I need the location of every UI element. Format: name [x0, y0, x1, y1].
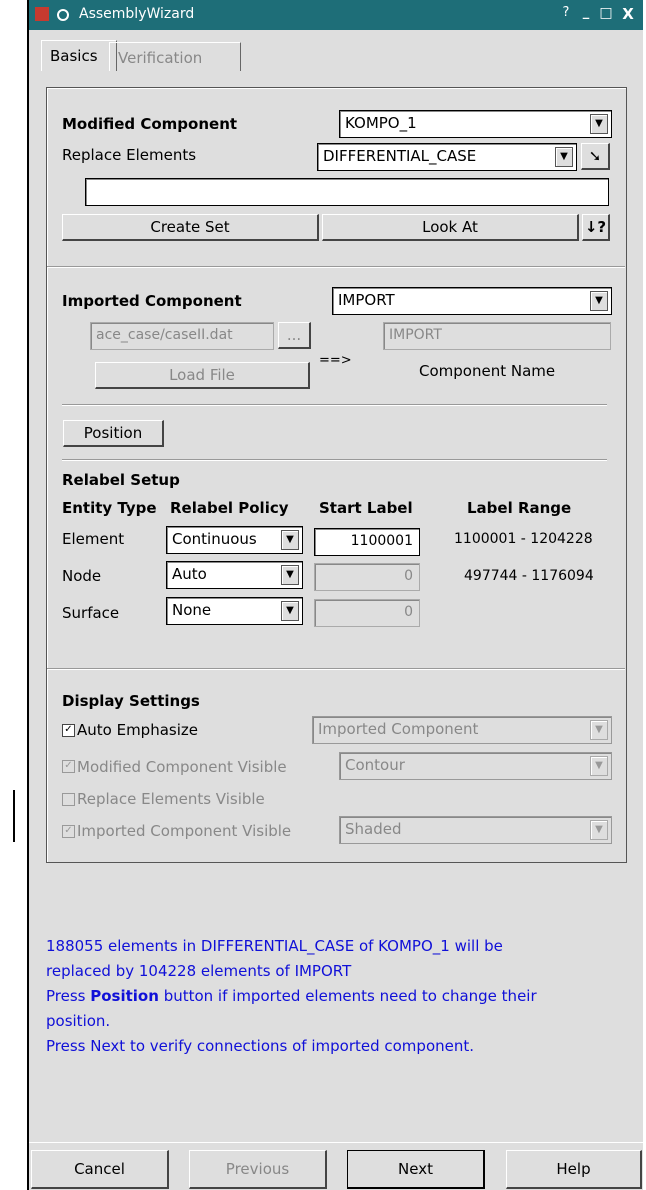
section-divider — [62, 459, 607, 461]
start-label-node-input[interactable]: 0 — [314, 563, 420, 591]
help-icon[interactable]: ? — [557, 5, 575, 23]
chevron-down-icon[interactable]: ▼ — [281, 601, 299, 621]
title-bar[interactable]: AssemblyWizard ? _ □ X — [29, 0, 643, 30]
look-at-button[interactable]: Look At — [322, 214, 579, 241]
status-message-line-5: Press Next to verify connections of impo… — [46, 1037, 475, 1055]
entity-surface-label: Surface — [62, 604, 120, 622]
section-divider — [47, 266, 625, 268]
chevron-down-icon[interactable]: ▼ — [555, 147, 573, 167]
label-range-element: 1100001 - 1204228 — [454, 531, 593, 547]
modified-visible-checkbox[interactable]: ✓ — [62, 760, 75, 773]
auto-emphasize-label: Auto Emphasize — [77, 721, 198, 739]
chevron-down-icon[interactable]: ▼ — [281, 530, 299, 550]
entity-element-label: Element — [62, 530, 125, 548]
chevron-down-icon[interactable]: ▼ — [281, 565, 299, 585]
imported-visible-label: Imported Component Visible — [77, 822, 292, 840]
cancel-button[interactable]: Cancel — [31, 1150, 169, 1189]
edge-artifact — [13, 790, 15, 842]
chevron-down-icon[interactable]: ▼ — [590, 756, 608, 776]
tab-verification[interactable]: Verification — [109, 42, 241, 71]
section-divider — [62, 404, 607, 406]
label-range-node: 497744 - 1176094 — [464, 568, 594, 584]
imported-component-value: IMPORT — [338, 291, 395, 309]
status-message-line-3: Press Position button if imported elemen… — [46, 987, 537, 1005]
replace-elements-label: Replace Elements — [62, 146, 197, 164]
component-name-label: Component Name — [419, 362, 556, 380]
browse-button[interactable]: ... — [278, 322, 311, 349]
col-label-range: Label Range — [467, 499, 572, 517]
assembly-wizard-window: AssemblyWizard ? _ □ X Basics Verificati… — [27, 0, 643, 1190]
policy-node-select[interactable]: Auto ▼ — [166, 561, 303, 589]
replace-visible-checkbox[interactable] — [62, 793, 75, 806]
modified-visible-select[interactable]: Contour ▼ — [339, 752, 612, 780]
footer-divider — [29, 1142, 643, 1143]
modified-visible-label: Modified Component Visible — [77, 758, 287, 776]
position-button[interactable]: Position — [63, 420, 164, 447]
tab-basics[interactable]: Basics — [41, 40, 117, 71]
imported-visible-select[interactable]: Shaded ▼ — [339, 816, 612, 844]
window-title: AssemblyWizard — [79, 6, 195, 22]
import-file-field[interactable]: ace_case/caseII.dat — [90, 322, 274, 350]
chevron-down-icon[interactable]: ▼ — [590, 291, 608, 311]
chevron-down-icon[interactable]: ▼ — [590, 720, 608, 740]
pick-pointer-icon[interactable]: ➘ — [581, 143, 610, 170]
status-message-line-2: replaced by 104228 elements of IMPORT — [46, 962, 352, 980]
imported-component-heading: Imported Component — [62, 292, 242, 310]
close-icon[interactable]: X — [619, 5, 637, 23]
create-set-button[interactable]: Create Set — [62, 214, 319, 241]
policy-surface-select[interactable]: None ▼ — [166, 597, 303, 625]
section-divider — [47, 668, 625, 670]
chevron-down-icon[interactable]: ▼ — [590, 820, 608, 840]
replace-elements-select[interactable]: DIFFERENTIAL_CASE ▼ — [317, 143, 577, 171]
col-relabel-policy: Relabel Policy — [170, 499, 289, 517]
modified-component-heading: Modified Component — [62, 115, 238, 133]
display-settings-heading: Display Settings — [62, 692, 200, 710]
modified-component-value: KOMPO_1 — [345, 114, 417, 132]
start-label-surface-input[interactable]: 0 — [314, 599, 420, 627]
help-button[interactable]: Help — [506, 1150, 642, 1189]
policy-element-select[interactable]: Continuous ▼ — [166, 526, 303, 554]
replace-elements-value: DIFFERENTIAL_CASE — [323, 147, 477, 165]
load-file-button[interactable]: Load File — [95, 362, 310, 389]
window-menu-icon[interactable] — [57, 9, 69, 21]
minimize-icon[interactable]: _ — [577, 5, 595, 23]
auto-emphasize-checkbox[interactable]: ✓ — [62, 724, 75, 737]
imported-visible-checkbox[interactable]: ✓ — [62, 825, 75, 838]
next-button[interactable]: Next — [347, 1150, 485, 1189]
chevron-down-icon[interactable]: ▼ — [590, 114, 608, 134]
component-name-field[interactable]: IMPORT — [383, 322, 611, 350]
element-set-field[interactable] — [85, 178, 609, 206]
maximize-icon[interactable]: □ — [597, 5, 615, 23]
col-start-label: Start Label — [319, 499, 413, 517]
col-entity-type: Entity Type — [62, 499, 157, 517]
start-label-element-input[interactable]: 1100001 — [314, 528, 420, 556]
previous-button[interactable]: Previous — [189, 1150, 327, 1189]
replace-visible-label: Replace Elements Visible — [77, 790, 265, 808]
imported-component-select[interactable]: IMPORT ▼ — [332, 287, 612, 315]
arrow-indicator: ==> — [319, 353, 352, 368]
entity-node-label: Node — [62, 567, 102, 585]
status-message-line-1: 188055 elements in DIFFERENTIAL_CASE of … — [46, 937, 503, 955]
auto-emphasize-select[interactable]: Imported Component ▼ — [312, 716, 612, 744]
relabel-setup-heading: Relabel Setup — [62, 471, 180, 489]
help-question-icon[interactable]: ↓? — [582, 214, 610, 241]
app-icon — [35, 7, 49, 21]
status-message-line-4: position. — [46, 1012, 111, 1030]
modified-component-select[interactable]: KOMPO_1 ▼ — [339, 110, 612, 138]
